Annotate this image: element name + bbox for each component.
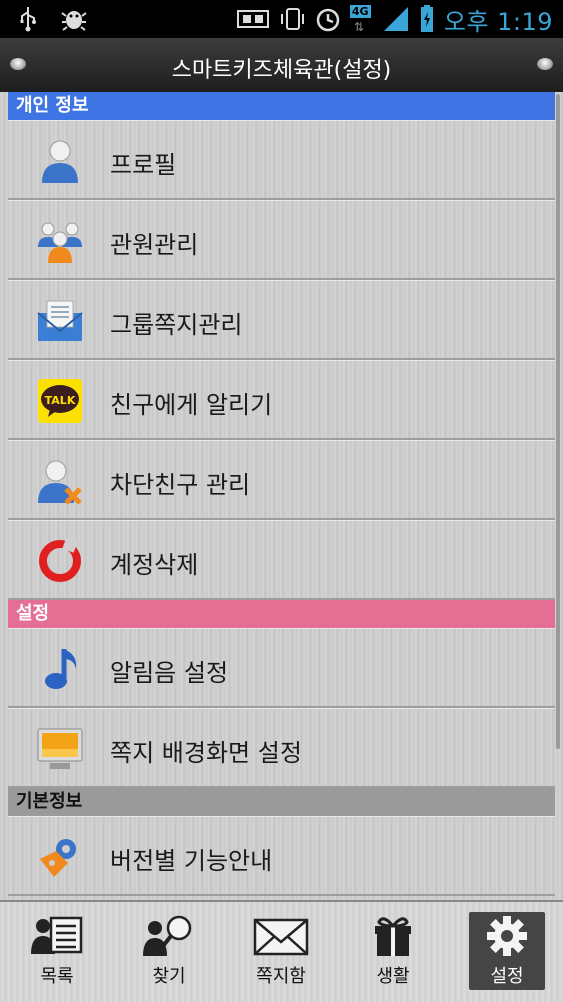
clock: 오후 1:19 xyxy=(443,7,553,36)
menu-item-version-features[interactable]: 버전별 기능안내 xyxy=(8,816,555,896)
status-bar: 4G ⇅ 오후 1:19 xyxy=(0,0,563,38)
signal-icon xyxy=(383,7,408,31)
monitor-icon xyxy=(37,728,83,769)
settings-list[interactable]: 개인 정보 프로필 관원관리 그룹쪽지관리 TALK 친구에게 알리기 차단친구… xyxy=(0,92,563,900)
menu-item-notification-sound[interactable]: 알림음 설정 xyxy=(8,628,555,708)
group-message-icon xyxy=(37,300,83,341)
battery-icon xyxy=(420,5,433,32)
tab-list[interactable]: 목록 xyxy=(9,912,105,990)
menu-item-tell-friends[interactable]: TALK 친구에게 알리기 xyxy=(8,360,555,440)
section-header-basic-info: 기본정보 xyxy=(8,788,555,816)
network-4g-icon: 4G ⇅ xyxy=(349,5,371,34)
section-header-personal: 개인 정보 xyxy=(8,92,555,120)
screen-icon xyxy=(236,10,269,28)
menu-item-profile[interactable]: 프로필 xyxy=(8,120,555,200)
list-icon xyxy=(31,916,83,954)
tab-settings[interactable]: 설정 xyxy=(469,912,545,990)
page-title: 스마트키즈체육관(설정) xyxy=(171,58,392,83)
menu-item-delete-account[interactable]: 계정삭제 xyxy=(8,520,555,600)
rivet-right-icon xyxy=(537,58,553,70)
vibrate-icon xyxy=(280,8,304,30)
section-header-settings: 설정 xyxy=(8,600,555,628)
members-icon xyxy=(38,222,82,263)
tab-search[interactable]: 찾기 xyxy=(121,912,217,990)
bug-icon xyxy=(61,11,87,31)
menu-item-message-wallpaper[interactable]: 쪽지 배경화면 설정 xyxy=(8,708,555,788)
music-note-icon xyxy=(45,649,77,689)
delete-account-icon xyxy=(39,537,81,582)
profile-icon xyxy=(42,140,78,183)
usb-icon xyxy=(20,7,36,32)
kakaotalk-icon: TALK xyxy=(38,379,82,423)
bottom-navigation: 목록 찾기 쪽지함 생활 설정 xyxy=(0,900,563,1002)
tab-life[interactable]: 생활 xyxy=(345,912,441,990)
menu-item-members[interactable]: 관원관리 xyxy=(8,200,555,280)
tab-messages[interactable]: 쪽지함 xyxy=(233,912,329,990)
menu-item-group-message[interactable]: 그룹쪽지관리 xyxy=(8,280,555,360)
envelope-icon xyxy=(253,918,309,956)
blocked-friend-icon xyxy=(38,460,82,505)
svg-text:TALK: TALK xyxy=(45,394,76,407)
title-bar: 스마트키즈체육관(설정) xyxy=(0,38,563,93)
gear-icon xyxy=(487,916,527,956)
scrollbar[interactable] xyxy=(556,94,560,749)
search-person-icon xyxy=(143,915,192,956)
menu-item-blocked-friends[interactable]: 차단친구 관리 xyxy=(8,440,555,520)
gift-icon xyxy=(375,917,411,956)
alarm-icon xyxy=(316,8,340,32)
gear-puzzle-icon xyxy=(40,839,76,877)
